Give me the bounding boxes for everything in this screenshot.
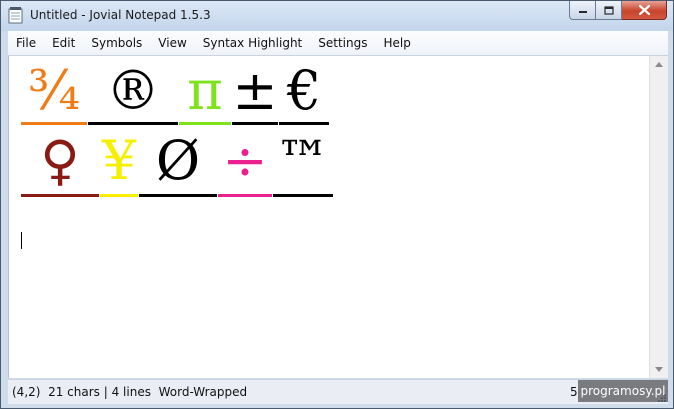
menu-bar: File Edit Symbols View Syntax Highlight … xyxy=(8,31,668,56)
menu-syntax-highlight[interactable]: Syntax Highlight xyxy=(195,36,310,50)
menu-view[interactable]: View xyxy=(150,36,194,50)
status-right-value: 5 xyxy=(570,385,578,399)
symbol-three-quarters: ¾ xyxy=(21,64,87,125)
caption-buttons xyxy=(569,1,667,21)
menu-edit[interactable]: Edit xyxy=(44,36,83,50)
status-position: (4,2) xyxy=(12,385,41,399)
vertical-scrollbar[interactable] xyxy=(649,56,668,378)
close-icon xyxy=(638,5,650,15)
menu-symbols[interactable]: Symbols xyxy=(83,36,150,50)
status-wrap: Word-Wrapped xyxy=(158,385,248,399)
text-editor[interactable]: ¾ ® π ± € ♀ ¥ Ø ÷ ™ xyxy=(8,56,650,378)
scroll-up-button[interactable] xyxy=(650,56,668,73)
symbol-trademark: ™ xyxy=(273,134,333,197)
symbol-euro: € xyxy=(279,64,329,125)
app-window: Untitled - Jovial Notepad 1.5.3 File Edi… xyxy=(0,0,674,409)
text-caret xyxy=(21,232,22,249)
symbol-divide: ÷ xyxy=(218,134,272,197)
close-button[interactable] xyxy=(622,1,667,20)
menu-settings[interactable]: Settings xyxy=(310,36,375,50)
title-bar[interactable]: Untitled - Jovial Notepad 1.5.3 xyxy=(1,1,673,31)
maximize-icon xyxy=(603,5,614,15)
window-title: Untitled - Jovial Notepad 1.5.3 xyxy=(30,8,211,22)
status-chars: 21 chars xyxy=(48,385,100,399)
status-info: (4,2) 21 chars | 4 lines Word-Wrapped xyxy=(12,385,248,399)
symbol-registered: ® xyxy=(88,64,178,125)
symbol-plus-minus: ± xyxy=(232,64,278,125)
menu-help[interactable]: Help xyxy=(375,36,418,50)
arrow-down-icon xyxy=(655,367,663,372)
status-bar: (4,2) 21 chars | 4 lines Word-Wrapped 5 xyxy=(8,379,668,404)
symbol-female: ♀ xyxy=(21,134,99,197)
arrow-up-icon xyxy=(655,62,663,67)
symbol-o-slash: Ø xyxy=(139,134,217,197)
menu-file[interactable]: File xyxy=(8,36,44,50)
minimize-button[interactable] xyxy=(569,1,596,20)
symbol-yen: ¥ xyxy=(100,134,138,197)
symbol-pi: π xyxy=(179,64,231,125)
minimize-icon xyxy=(578,11,587,13)
scroll-down-button[interactable] xyxy=(650,361,668,378)
notepad-app-icon xyxy=(8,7,23,24)
maximize-button[interactable] xyxy=(596,1,622,20)
watermark-overlay: programosy.pl xyxy=(578,380,668,402)
status-lines: 4 lines xyxy=(111,385,151,399)
